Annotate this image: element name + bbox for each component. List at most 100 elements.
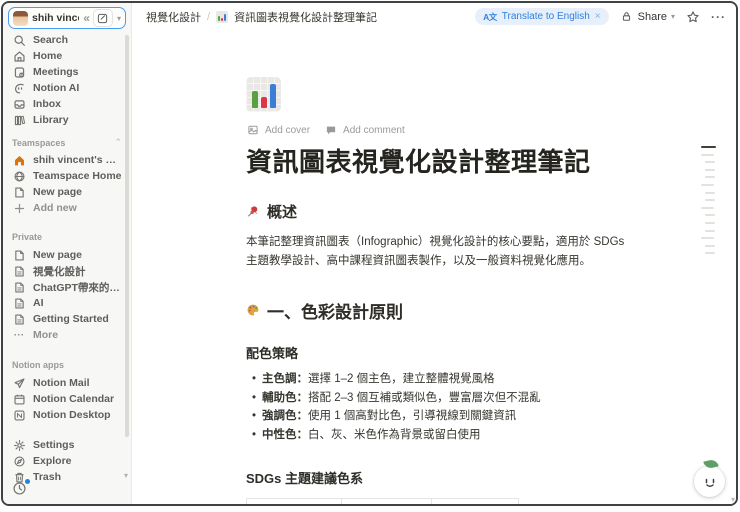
sidebar-item-notion-hq[interactable]: shih vincent's Notion HQ <box>3 152 131 168</box>
teamspaces-header[interactable]: Teamspaces ⌃ <box>3 137 131 148</box>
breadcrumb-separator: / <box>207 10 211 23</box>
new-page-button[interactable] <box>92 9 113 27</box>
sidebar-item-notion-desktop[interactable]: Notion Desktop <box>3 407 131 423</box>
sidebar-scrollbar[interactable] <box>125 35 129 437</box>
workspace-name: shih vincen... <box>32 12 79 24</box>
sidebar-scroll-down-icon[interactable]: ▾ <box>124 471 128 480</box>
notion-window: shih vincen... « ▾ Search Home Meetings <box>1 1 738 506</box>
main-area: 視覺化設計 / 資訊圖表視覺化設計整理筆記 A文 Translate to En… <box>132 3 736 504</box>
leaf-icon <box>703 458 719 470</box>
sidebar-item-visualization-design[interactable]: 視覺化設計 <box>3 263 131 279</box>
list-item[interactable]: • 輔助色：搭配 2–3 個互補或類似色，豐富層次但不混亂 <box>246 389 632 408</box>
breadcrumb-parent[interactable]: 視覺化設計 <box>146 9 201 25</box>
add-cover-button[interactable]: Add cover <box>246 123 310 137</box>
pushpin-icon <box>246 205 260 219</box>
page-icon <box>12 185 26 199</box>
page-icon <box>12 296 26 310</box>
overview-paragraph[interactable]: 本筆記整理資訊圖表（Infographic）視覺化設計的核心要點，適用於 SDG… <box>246 233 632 271</box>
teamspaces-toggle-icon[interactable]: ⌃ <box>114 137 122 148</box>
sidebar-item-new-page-teamspace[interactable]: New page <box>3 184 131 200</box>
scroll-corner-icon: ▾ <box>730 495 735 504</box>
sidebar-item-home[interactable]: Home <box>3 48 131 64</box>
page-icon <box>12 248 26 262</box>
notification-dot <box>25 479 30 484</box>
list-item[interactable]: • 中性色：白、灰、米色作為背景或留白使用 <box>246 426 632 445</box>
notion-ai-icon <box>12 81 26 95</box>
private-header[interactable]: Private <box>3 231 131 242</box>
sidebar-item-add-new[interactable]: Add new <box>3 200 131 216</box>
table-header-row: SDG 主題 官方色碼 適用情境 <box>245 498 520 504</box>
more-options-button[interactable]: ··· <box>711 10 726 24</box>
sdg-color-table[interactable]: SDG 主題 官方色碼 適用情境 SDG 1 消除貧窮 #E5243B（紅） 緊… <box>245 498 520 504</box>
notion-apps-header[interactable]: Notion apps <box>3 359 131 370</box>
sidebar-item-teamspace-home[interactable]: Teamspace Home <box>3 168 131 184</box>
sidebar-item-search[interactable]: Search <box>3 32 131 48</box>
strategy-bullet-list: • 主色調：選擇 1–2 個主色，建立整體視覺風格 • 輔助色：搭配 2–3 個… <box>246 370 632 445</box>
col-header: 官方色碼 <box>341 498 433 504</box>
sidebar-item-settings[interactable]: Settings <box>3 437 131 453</box>
page-icon <box>12 312 26 326</box>
meetings-icon <box>12 65 26 79</box>
sidebar-item-more[interactable]: ··· More <box>3 327 131 343</box>
sidebar-item-library[interactable]: Library <box>3 112 131 128</box>
workspace-switcher[interactable]: shih vincen... « ▾ <box>8 7 126 29</box>
notion-ai-button[interactable] <box>694 458 725 497</box>
chevron-down-icon[interactable]: ▾ <box>117 14 121 23</box>
globe-icon <box>12 169 26 183</box>
search-icon <box>12 33 26 47</box>
sidebar-item-notion-calendar[interactable]: Notion Calendar <box>3 391 131 407</box>
col-header: 適用情境 <box>431 498 520 504</box>
page-emoji-icon <box>216 10 229 23</box>
list-item[interactable]: • 主色調：選擇 1–2 個主色，建立整體視覺風格 <box>246 370 632 389</box>
overview-heading[interactable]: 概述 <box>246 201 632 222</box>
translate-icon: A文 <box>483 11 497 22</box>
bar-blue <box>270 84 276 108</box>
avatar <box>13 10 28 26</box>
bar-red <box>261 97 267 108</box>
breadcrumb: 視覺化設計 / 資訊圖表視覺化設計整理筆記 <box>146 9 377 25</box>
page-icon <box>12 280 26 294</box>
page-content: Add cover Add comment 資訊圖表視覺化設計整理筆記 概述 本… <box>245 77 632 504</box>
list-item[interactable]: • 強調色：使用 1 個高對比色，引導視線到關鍵資訊 <box>246 407 632 426</box>
page-icon-chart[interactable] <box>246 77 281 112</box>
house-icon <box>12 153 26 167</box>
sidebar-item-new-page-private[interactable]: New page <box>3 247 131 263</box>
desktop-icon <box>12 408 26 422</box>
outline-indicator[interactable] <box>701 146 719 260</box>
sidebar-item-getting-started[interactable]: Getting Started <box>3 311 131 327</box>
inbox-icon <box>12 97 26 111</box>
ellipsis-icon: ··· <box>13 329 25 341</box>
library-icon <box>12 113 26 127</box>
topbar: 視覺化設計 / 資訊圖表視覺化設計整理筆記 A文 Translate to En… <box>132 3 736 30</box>
sdg-colors-heading[interactable]: SDGs 主題建議色系 <box>246 468 632 487</box>
page-actions: Add cover Add comment <box>246 123 632 137</box>
send-icon <box>12 376 26 390</box>
page-icon <box>12 264 26 278</box>
sidebar-item-notion-ai[interactable]: Notion AI <box>3 80 131 96</box>
help-button[interactable] <box>11 479 30 497</box>
sidebar-item-ai[interactable]: AI <box>3 295 131 311</box>
collapse-sidebar-icon[interactable]: « <box>83 11 90 25</box>
col-header: SDG 主題 <box>245 498 343 504</box>
plus-icon <box>12 201 26 215</box>
home-icon <box>12 49 26 63</box>
sidebar-item-inbox[interactable]: Inbox <box>3 96 131 112</box>
image-icon <box>246 123 260 137</box>
sidebar-item-chatgpt-negative[interactable]: ChatGPT帶來的負面影響 <box>3 279 131 295</box>
strategy-heading[interactable]: 配色策略 <box>246 343 632 362</box>
sidebar: shih vincen... « ▾ Search Home Meetings <box>3 3 132 504</box>
gear-icon <box>12 438 26 452</box>
sidebar-item-explore[interactable]: Explore <box>3 453 131 469</box>
share-button[interactable]: Share ▾ <box>620 10 675 24</box>
sidebar-item-meetings[interactable]: Meetings <box>3 64 131 80</box>
page-title[interactable]: 資訊圖表視覺化設計整理筆記 <box>246 142 632 179</box>
ai-face-icon <box>705 478 714 487</box>
color-section-heading[interactable]: 一、色彩設計原則 <box>246 298 632 323</box>
breadcrumb-current[interactable]: 資訊圖表視覺化設計整理筆記 <box>234 9 377 25</box>
favorite-star-icon[interactable] <box>686 10 700 24</box>
close-icon[interactable]: × <box>595 11 601 22</box>
compass-icon <box>12 454 26 468</box>
add-comment-button[interactable]: Add comment <box>324 123 405 137</box>
sidebar-item-notion-mail[interactable]: Notion Mail <box>3 375 131 391</box>
translate-pill[interactable]: A文 Translate to English × <box>475 8 609 25</box>
